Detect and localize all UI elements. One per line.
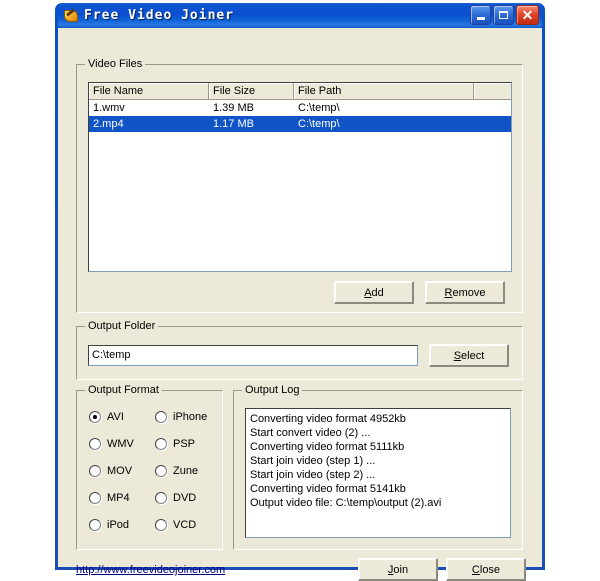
radio-zune-label: Zune [173, 465, 198, 477]
cell-file-name: 1.wmv [89, 102, 209, 114]
add-button-accel: A [364, 287, 371, 299]
video-files-group: Video Files File Name File Size File Pat… [76, 64, 523, 313]
radio-dvd-label: DVD [173, 492, 196, 504]
column-header-extra[interactable] [474, 83, 511, 100]
client-area: Video Files File Name File Size File Pat… [58, 28, 542, 567]
output-log-group: Output Log Converting video format 4952k… [233, 390, 523, 550]
column-header-file-size[interactable]: File Size [209, 83, 294, 100]
output-log-textbox[interactable]: Converting video format 4952kb Start con… [245, 408, 511, 538]
video-files-group-label: Video Files [85, 58, 145, 70]
radio-option-dvd[interactable]: DVD [155, 492, 196, 504]
radio-dvd-icon[interactable] [155, 492, 167, 504]
radio-option-mov[interactable]: MOV [89, 465, 132, 477]
window-title: Free Video Joiner [84, 8, 234, 23]
radio-option-vcd[interactable]: VCD [155, 519, 196, 531]
radio-wmv-icon[interactable] [89, 438, 101, 450]
remove-button-label: emove [452, 287, 485, 299]
video-files-listview[interactable]: File Name File Size File Path 1.wmv 1.39… [88, 82, 512, 272]
log-line: Converting video format 5111kb [250, 440, 506, 454]
output-format-group-label: Output Format [85, 384, 162, 396]
log-line: Start convert video (2) ... [250, 426, 506, 440]
cell-file-path: C:\temp\ [294, 102, 474, 114]
radio-option-iphone[interactable]: iPhone [155, 411, 207, 423]
radio-option-wmv[interactable]: WMV [89, 438, 134, 450]
radio-zune-icon[interactable] [155, 465, 167, 477]
radio-ipod-icon[interactable] [89, 519, 101, 531]
cell-file-path: C:\temp\ [294, 118, 474, 130]
table-row[interactable]: 2.mp4 1.17 MB C:\temp\ [89, 116, 511, 132]
log-line: Start join video (step 1) ... [250, 454, 506, 468]
radio-mov-icon[interactable] [89, 465, 101, 477]
radio-option-ipod[interactable]: iPod [89, 519, 129, 531]
minimize-icon[interactable] [470, 5, 491, 25]
radio-wmv-label: WMV [107, 438, 134, 450]
radio-iphone-label: iPhone [173, 411, 207, 423]
close-icon[interactable]: ✕ [516, 5, 539, 25]
radio-option-psp[interactable]: PSP [155, 438, 195, 450]
radio-mp4-icon[interactable] [89, 492, 101, 504]
radio-option-avi[interactable]: AVI [89, 411, 124, 423]
select-folder-button[interactable]: Select [429, 344, 509, 367]
maximize-icon[interactable] [493, 5, 514, 25]
listview-header: File Name File Size File Path [89, 83, 511, 100]
radio-option-mp4[interactable]: MP4 [89, 492, 130, 504]
add-button-label: dd [372, 287, 384, 299]
window-controls: ✕ [470, 5, 539, 25]
column-header-file-name[interactable]: File Name [89, 83, 209, 100]
title-bar[interactable]: Free Video Joiner ✕ [58, 3, 542, 28]
close-button-accel: C [472, 564, 480, 576]
log-line: Output video file: C:\temp\output (2).av… [250, 496, 506, 510]
website-link[interactable]: http://www.freevideojoiner.com [76, 564, 225, 576]
output-log-group-label: Output Log [242, 384, 302, 396]
log-line: Converting video format 4952kb [250, 412, 506, 426]
output-folder-input[interactable]: C:\temp [88, 345, 418, 366]
radio-vcd-label: VCD [173, 519, 196, 531]
table-row[interactable]: 1.wmv 1.39 MB C:\temp\ [89, 100, 511, 116]
join-button-label: oin [393, 564, 408, 576]
application-window: Free Video Joiner ✕ Video Files File Nam… [55, 3, 545, 570]
output-format-group: Output Format AVI WMV MOV MP4 iPod [76, 390, 223, 550]
close-button-label: lose [480, 564, 500, 576]
cell-file-size: 1.39 MB [209, 102, 294, 114]
join-button[interactable]: Join [358, 558, 438, 581]
column-header-file-path[interactable]: File Path [294, 83, 474, 100]
radio-ipod-label: iPod [107, 519, 129, 531]
radio-psp-icon[interactable] [155, 438, 167, 450]
radio-iphone-icon[interactable] [155, 411, 167, 423]
radio-mov-label: MOV [107, 465, 132, 477]
radio-avi-label: AVI [107, 411, 124, 423]
radio-vcd-icon[interactable] [155, 519, 167, 531]
output-folder-group: Output Folder C:\temp Select [76, 326, 523, 380]
cell-file-name: 2.mp4 [89, 118, 209, 130]
close-button[interactable]: Close [446, 558, 526, 581]
add-button[interactable]: Add [334, 281, 414, 304]
output-folder-group-label: Output Folder [85, 320, 158, 332]
select-button-accel: S [454, 350, 461, 362]
remove-button[interactable]: Remove [425, 281, 505, 304]
film-strip-icon [63, 8, 79, 24]
cell-file-size: 1.17 MB [209, 118, 294, 130]
radio-avi-icon[interactable] [89, 411, 101, 423]
log-line: Start join video (step 2) ... [250, 468, 506, 482]
radio-mp4-label: MP4 [107, 492, 130, 504]
select-button-label: elect [461, 350, 484, 362]
log-line: Converting video format 5141kb [250, 482, 506, 496]
radio-psp-label: PSP [173, 438, 195, 450]
radio-option-zune[interactable]: Zune [155, 465, 198, 477]
